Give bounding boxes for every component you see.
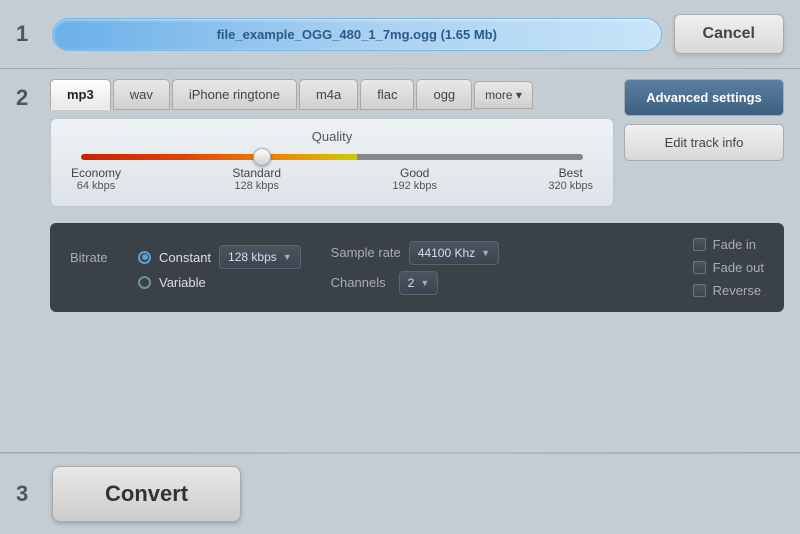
- channels-label: Channels: [331, 275, 391, 290]
- quality-labels: Economy 64 kbps Standard 128 kbps Good 1…: [71, 166, 593, 192]
- step-3-number: 3: [16, 481, 40, 507]
- variable-row: Variable: [70, 275, 301, 290]
- fade-out-checkbox[interactable]: [693, 261, 706, 274]
- tab-flac[interactable]: flac: [360, 79, 414, 110]
- quality-panel: Quality Economy 64 kbps Standard 128 kbp…: [50, 118, 614, 207]
- empty-space: [0, 320, 800, 452]
- tab-ogg[interactable]: ogg: [416, 79, 472, 110]
- quality-slider-thumb[interactable]: [253, 148, 271, 166]
- bitrate-label: Bitrate: [70, 250, 130, 265]
- sample-rate-dropdown[interactable]: 44100 Khz: [409, 241, 499, 265]
- section-1: 1 file_example_OGG_480_1_7mg.ogg (1.65 M…: [0, 0, 800, 68]
- reverse-row: Reverse: [693, 283, 764, 298]
- channels-row: Channels 2: [331, 271, 499, 295]
- sample-rate-label: Sample rate: [331, 245, 401, 260]
- options-panel: Bitrate Constant 128 kbps Variable: [50, 223, 784, 312]
- file-name-bar: file_example_OGG_480_1_7mg.ogg (1.65 Mb): [52, 18, 662, 51]
- tab-mp3[interactable]: mp3: [50, 79, 111, 110]
- bitrate-label-row: Bitrate Constant 128 kbps: [70, 245, 301, 269]
- quality-best: Best 320 kbps: [548, 166, 593, 192]
- fade-in-row: Fade in: [693, 237, 764, 252]
- format-panel: mp3 wav iPhone ringtone m4a flac ogg mor…: [50, 79, 614, 207]
- tab-more[interactable]: more ▾: [474, 81, 533, 109]
- main-container: 1 file_example_OGG_480_1_7mg.ogg (1.65 M…: [0, 0, 800, 534]
- format-tabs: mp3 wav iPhone ringtone m4a flac ogg mor…: [50, 79, 614, 110]
- quality-slider-track[interactable]: [81, 154, 583, 160]
- channels-dropdown[interactable]: 2: [399, 271, 439, 295]
- convert-button[interactable]: Convert: [52, 466, 241, 522]
- section-3: 3 Convert: [0, 453, 800, 534]
- constant-radio[interactable]: [138, 251, 151, 264]
- tab-m4a[interactable]: m4a: [299, 79, 358, 110]
- bitrate-group: Bitrate Constant 128 kbps Variable: [70, 245, 301, 290]
- advanced-settings-button[interactable]: Advanced settings: [624, 79, 784, 116]
- variable-label: Variable: [159, 275, 206, 290]
- fade-out-row: Fade out: [693, 260, 764, 275]
- sample-channels-group: Sample rate 44100 Khz Channels 2: [331, 241, 499, 295]
- quality-standard: Standard 128 kbps: [232, 166, 281, 192]
- bitrate-dropdown[interactable]: 128 kbps: [219, 245, 301, 269]
- fade-out-label: Fade out: [713, 260, 764, 275]
- cancel-button[interactable]: Cancel: [674, 14, 784, 54]
- quality-title: Quality: [71, 129, 593, 144]
- sample-rate-row: Sample rate 44100 Khz: [331, 241, 499, 265]
- tab-wav[interactable]: wav: [113, 79, 170, 110]
- quality-good: Good 192 kbps: [392, 166, 437, 192]
- tab-iphone-ringtone[interactable]: iPhone ringtone: [172, 79, 297, 110]
- effects-group: Fade in Fade out Reverse: [693, 237, 764, 298]
- reverse-label: Reverse: [713, 283, 761, 298]
- step-2-number: 2: [16, 85, 40, 111]
- constant-label: Constant: [159, 250, 211, 265]
- quality-slider-container: [81, 154, 583, 160]
- variable-radio[interactable]: [138, 276, 151, 289]
- quality-economy: Economy 64 kbps: [71, 166, 121, 192]
- advanced-panel: Advanced settings Edit track info: [624, 79, 784, 161]
- step-1-number: 1: [16, 21, 40, 47]
- constant-row: Constant 128 kbps: [138, 245, 301, 269]
- fade-in-label: Fade in: [713, 237, 756, 252]
- edit-track-button[interactable]: Edit track info: [624, 124, 784, 161]
- fade-in-checkbox[interactable]: [693, 238, 706, 251]
- reverse-checkbox[interactable]: [693, 284, 706, 297]
